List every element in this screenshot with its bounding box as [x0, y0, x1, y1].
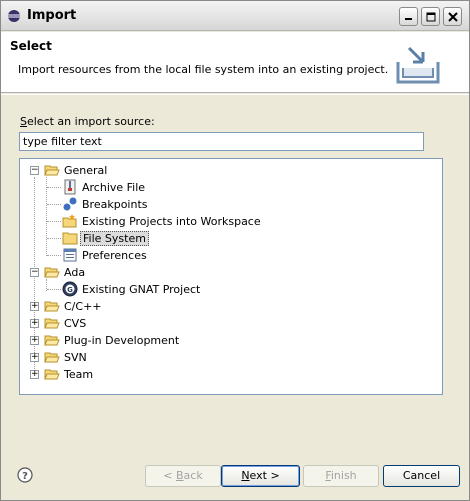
- import-wizard-icon: [396, 46, 440, 84]
- expand-icon[interactable]: +: [30, 336, 39, 345]
- import-source-label: Select an import source:: [20, 115, 155, 128]
- tree-item-plugin-development[interactable]: + Plug-in Development: [20, 332, 440, 349]
- folder-icon: [44, 301, 60, 312]
- tree-item-ada[interactable]: − Ada: [20, 264, 440, 281]
- folder-open-icon: [44, 165, 60, 176]
- svg-text:?: ?: [22, 471, 28, 482]
- back-button-mnemonic: B: [176, 469, 184, 482]
- next-button-mnemonic: N: [241, 469, 250, 482]
- expand-icon[interactable]: +: [30, 319, 39, 328]
- minimize-button[interactable]: [399, 7, 418, 26]
- back-button[interactable]: < Back: [145, 465, 221, 487]
- archive-file-icon: [64, 179, 76, 195]
- header-separator: [1, 94, 469, 95]
- help-icon[interactable]: ?: [17, 467, 33, 483]
- tree-item-label: Breakpoints: [82, 198, 148, 211]
- page-title: Select: [10, 39, 52, 53]
- tree-item-existing-gnat-project[interactable]: G Existing GNAT Project: [20, 281, 440, 298]
- wizard-header: Select Import resources from the local f…: [1, 32, 469, 93]
- close-button[interactable]: [443, 7, 462, 26]
- tree-item-label: CVS: [64, 317, 87, 330]
- existing-projects-icon: [62, 214, 77, 228]
- gnat-project-icon: G: [62, 281, 78, 297]
- finish-button-label: inish: [330, 469, 357, 482]
- page-description: Import resources from the local file sys…: [18, 63, 389, 76]
- collapse-icon[interactable]: −: [30, 268, 39, 277]
- breakpoints-icon: [63, 197, 77, 211]
- expand-icon[interactable]: +: [30, 302, 39, 311]
- tree-item-breakpoints[interactable]: Breakpoints: [20, 196, 440, 213]
- maximize-button[interactable]: [421, 7, 440, 26]
- window-title: Import: [27, 8, 77, 23]
- tree-item-label: General: [64, 164, 108, 177]
- tree-item-label: Existing GNAT Project: [82, 283, 201, 296]
- title-bar[interactable]: Import: [1, 1, 469, 31]
- back-button-label: ack: [183, 469, 203, 482]
- svg-text:G: G: [67, 286, 73, 294]
- expand-icon[interactable]: +: [30, 370, 39, 379]
- import-dialog: Import Select Import resources from the …: [0, 0, 470, 501]
- tree-item-label: Existing Projects into Workspace: [82, 215, 261, 228]
- tree-item-label: Ada: [64, 266, 86, 279]
- tree-item-c-cpp[interactable]: + C/C++: [20, 298, 440, 315]
- next-button-label: ext >: [249, 469, 280, 482]
- filter-input[interactable]: [19, 132, 424, 151]
- folder-open-icon: [44, 267, 60, 278]
- tree-item-general[interactable]: − General: [20, 162, 440, 179]
- maximize-icon: [426, 12, 435, 21]
- tree-item-preferences[interactable]: Preferences: [20, 247, 440, 264]
- close-icon: [447, 11, 458, 22]
- next-button[interactable]: Next >: [221, 465, 300, 487]
- back-button-prefix: <: [163, 469, 176, 482]
- tree-item-label: Plug-in Development: [64, 334, 180, 347]
- tree-connector: [47, 238, 61, 239]
- tree-item-cvs[interactable]: + CVS: [20, 315, 440, 332]
- tree-connector: [47, 289, 61, 290]
- preferences-icon: [63, 248, 77, 262]
- tree-item-svn[interactable]: + SVN: [20, 349, 440, 366]
- folder-icon: [44, 369, 60, 380]
- folder-icon: [62, 232, 78, 245]
- import-source-label-text: elect an import source:: [26, 115, 155, 128]
- folder-icon: [44, 335, 60, 346]
- tree-connector: [47, 204, 61, 205]
- import-source-tree[interactable]: − General Archive File Breakpoints Exist…: [19, 158, 443, 395]
- cancel-button[interactable]: Cancel: [383, 465, 460, 487]
- tree-item-existing-projects[interactable]: Existing Projects into Workspace: [20, 213, 440, 230]
- import-source-mnemonic: S: [20, 115, 27, 128]
- tree-item-file-system[interactable]: File System: [20, 230, 440, 247]
- expand-icon[interactable]: +: [30, 353, 39, 362]
- minimize-icon: [405, 18, 412, 20]
- tree-item-label: Team: [64, 368, 94, 381]
- tree-item-archive-file[interactable]: Archive File: [20, 179, 440, 196]
- tree-connector: [47, 255, 61, 256]
- finish-button[interactable]: Finish: [303, 465, 379, 487]
- tree-connector: [47, 187, 61, 188]
- tree-connector: [47, 221, 61, 222]
- eclipse-icon: [8, 10, 20, 22]
- folder-icon: [44, 318, 60, 329]
- collapse-icon[interactable]: −: [30, 166, 39, 175]
- tree-item-label: C/C++: [64, 300, 102, 313]
- tree-item-label: File System: [80, 231, 149, 246]
- folder-icon: [44, 352, 60, 363]
- tree-item-label: Preferences: [82, 249, 147, 262]
- tree-item-label: SVN: [64, 351, 87, 364]
- tree-item-team[interactable]: + Team: [20, 366, 440, 383]
- tree-item-label: Archive File: [82, 181, 146, 194]
